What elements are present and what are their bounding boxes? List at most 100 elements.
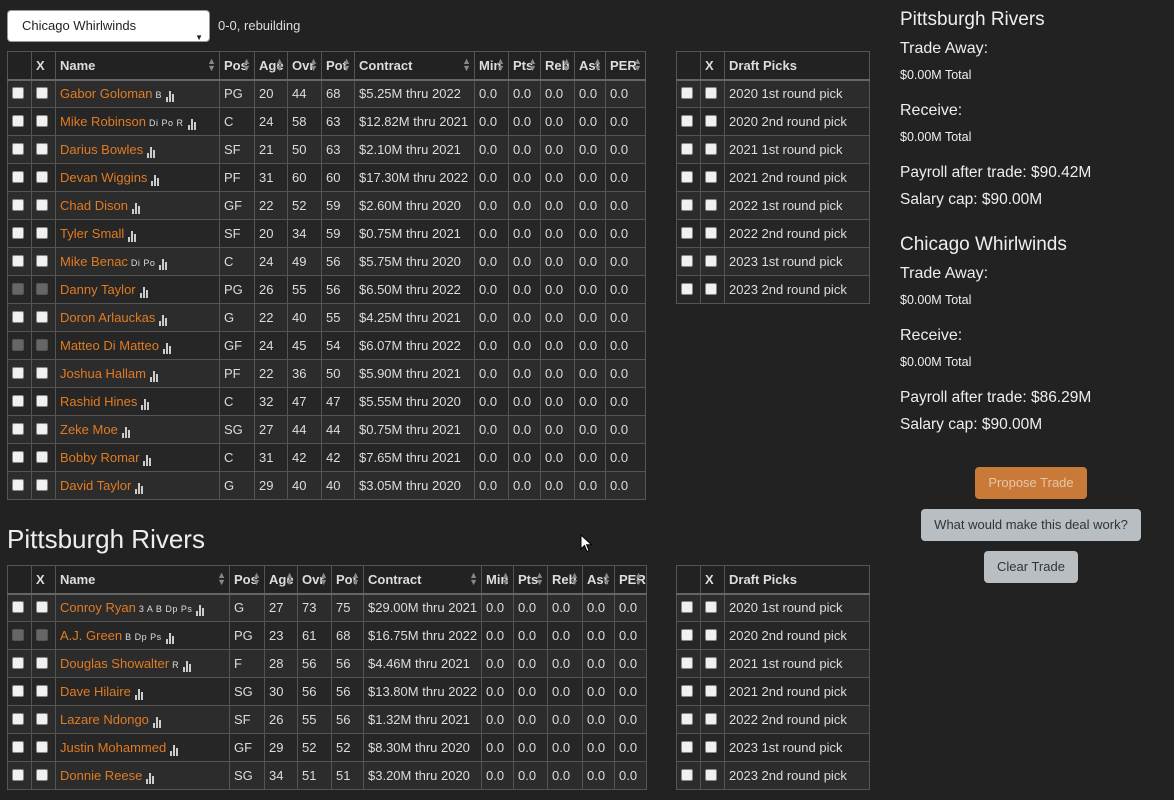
bar-chart-icon[interactable] (163, 339, 172, 354)
trade-checkbox[interactable] (36, 712, 48, 725)
untradable-checkbox[interactable] (12, 478, 24, 491)
trade-checkbox[interactable] (36, 114, 48, 127)
trade-checkbox[interactable] (36, 768, 48, 781)
untradable-checkbox[interactable] (12, 366, 24, 379)
untradable-checkbox[interactable] (12, 450, 24, 463)
player-name-link[interactable]: Conroy Ryan (60, 600, 136, 615)
bar-chart-icon[interactable] (196, 601, 205, 616)
trade-checkbox[interactable] (705, 712, 717, 725)
trade-checkbox[interactable] (705, 170, 717, 183)
trade-checkbox[interactable] (705, 768, 717, 781)
bar-chart-icon[interactable] (141, 395, 150, 410)
clear-trade-button[interactable]: Clear Trade (984, 551, 1078, 583)
untradable-checkbox[interactable] (12, 86, 24, 99)
untradable-checkbox[interactable] (681, 740, 693, 753)
trade-checkbox[interactable] (36, 198, 48, 211)
col-ovr[interactable]: Ovr ▲ ▼ (297, 565, 332, 595)
player-name-link[interactable]: Bobby Romar (60, 450, 139, 465)
untradable-checkbox[interactable] (681, 600, 693, 613)
untradable-checkbox[interactable] (12, 740, 24, 753)
col-contract[interactable]: Contract ▲ ▼ (354, 51, 475, 81)
bar-chart-icon[interactable] (139, 283, 149, 298)
player-name-link[interactable]: Tyler Small (60, 226, 124, 241)
untradable-checkbox[interactable] (12, 170, 24, 183)
col-reb[interactable]: Reb ▲ ▼ (540, 51, 575, 81)
untradable-checkbox[interactable] (681, 768, 693, 781)
bar-chart-icon[interactable] (150, 367, 159, 382)
player-name-link[interactable]: Dave Hilaire (60, 684, 131, 699)
untradable-checkbox[interactable] (681, 684, 693, 697)
trade-checkbox[interactable] (36, 450, 48, 463)
bar-chart-icon[interactable] (121, 423, 131, 438)
trade-checkbox[interactable] (36, 226, 48, 239)
bar-chart-icon[interactable] (165, 629, 175, 644)
trade-checkbox[interactable] (705, 600, 717, 613)
untradable-checkbox[interactable] (681, 254, 693, 267)
player-name-link[interactable]: Doron Arlauckas (60, 310, 155, 325)
propose-trade-button[interactable]: Propose Trade (975, 467, 1087, 499)
untradable-checkbox[interactable] (12, 114, 24, 127)
col-pos[interactable]: Pos ▲ ▼ (219, 51, 255, 81)
bar-chart-icon[interactable] (170, 741, 179, 756)
trade-checkbox[interactable] (36, 422, 48, 435)
trade-checkbox[interactable] (705, 684, 717, 697)
trade-checkbox[interactable] (705, 656, 717, 669)
untradable-checkbox[interactable] (12, 394, 24, 407)
untradable-checkbox[interactable] (681, 198, 693, 211)
untradable-checkbox[interactable] (681, 656, 693, 669)
trade-checkbox[interactable] (705, 86, 717, 99)
trade-checkbox[interactable] (705, 740, 717, 753)
trade-checkbox[interactable] (36, 478, 48, 491)
untradable-checkbox[interactable] (681, 712, 693, 725)
col-per[interactable]: PER ▲ ▼ (605, 51, 646, 81)
col-pot[interactable]: Pot ▲ ▼ (331, 565, 364, 595)
trade-checkbox[interactable] (705, 282, 717, 295)
bar-chart-icon[interactable] (187, 115, 197, 130)
col-ovr[interactable]: Ovr ▲ ▼ (287, 51, 322, 81)
untradable-checkbox[interactable] (12, 684, 24, 697)
player-name-link[interactable]: Lazare Ndongo (60, 712, 149, 727)
bar-chart-icon[interactable] (151, 171, 160, 186)
player-name-link[interactable]: Rashid Hines (60, 394, 137, 409)
player-name-link[interactable]: Devan Wiggins (60, 170, 147, 185)
untradable-checkbox[interactable] (12, 600, 24, 613)
untradable-checkbox[interactable] (681, 170, 693, 183)
player-name-link[interactable]: Joshua Hallam (60, 366, 146, 381)
untradable-checkbox[interactable] (12, 768, 24, 781)
trade-checkbox[interactable] (705, 142, 717, 155)
player-name-link[interactable]: David Taylor (60, 478, 131, 493)
trade-checkbox[interactable] (36, 254, 48, 267)
bar-chart-icon[interactable] (147, 143, 156, 158)
what-would-make-deal-work-button[interactable]: What would make this deal work? (921, 509, 1141, 541)
col-pts[interactable]: Pts ▲ ▼ (513, 565, 548, 595)
untradable-checkbox[interactable] (681, 282, 693, 295)
col-pts[interactable]: Pts ▲ ▼ (508, 51, 541, 81)
untradable-checkbox[interactable] (12, 198, 24, 211)
untradable-checkbox[interactable] (681, 226, 693, 239)
player-name-link[interactable]: Darius Bowles (60, 142, 143, 157)
player-name-link[interactable]: Donnie Reese (60, 768, 142, 783)
player-name-link[interactable]: Chad Dison (60, 198, 128, 213)
trade-checkbox[interactable] (36, 366, 48, 379)
trade-checkbox[interactable] (36, 684, 48, 697)
col-name[interactable]: Name ▲ ▼ (55, 51, 220, 81)
bar-chart-icon[interactable] (166, 87, 175, 102)
bar-chart-icon[interactable] (128, 227, 137, 242)
trade-checkbox[interactable] (36, 394, 48, 407)
trade-checkbox[interactable] (705, 198, 717, 211)
bar-chart-icon[interactable] (183, 657, 192, 672)
untradable-checkbox[interactable] (12, 254, 24, 267)
col-ast[interactable]: Ast ▲ ▼ (574, 51, 606, 81)
player-name-link[interactable]: Mike Robinson (60, 114, 146, 129)
player-name-link[interactable]: Gabor Goloman (60, 86, 153, 101)
player-name-link[interactable]: Zeke Moe (60, 422, 118, 437)
bar-chart-icon[interactable] (152, 713, 162, 728)
trade-checkbox[interactable] (705, 114, 717, 127)
player-name-link[interactable]: Mike Benac (60, 254, 128, 269)
col-pos[interactable]: Pos ▲ ▼ (229, 565, 265, 595)
col-name[interactable]: Name ▲ ▼ (55, 565, 230, 595)
trade-checkbox[interactable] (705, 254, 717, 267)
untradable-checkbox[interactable] (681, 86, 693, 99)
untradable-checkbox[interactable] (12, 310, 24, 323)
team-select[interactable]: Chicago Whirlwinds ▼ (7, 10, 210, 42)
